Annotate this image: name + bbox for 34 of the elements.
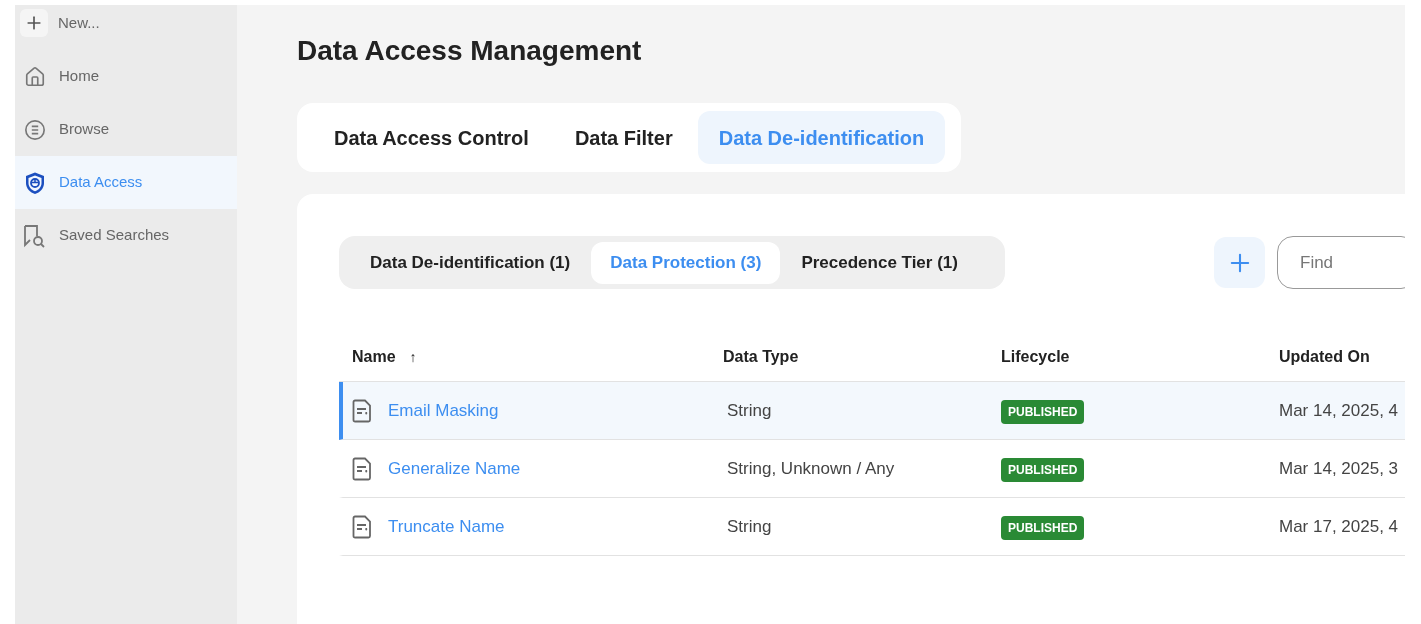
document-icon	[352, 514, 372, 539]
sort-arrow[interactable]: ↑	[409, 346, 417, 368]
sidebar-item[interactable]: Saved Searches	[15, 209, 237, 262]
shield-icon	[23, 170, 47, 195]
table-cell-text: Mar 17, 2025, 4	[1278, 515, 1399, 538]
subtab[interactable]: Data De-identification (1)	[351, 241, 590, 284]
table-row[interactable]: Generalize Name String, Unknown / Any PUBLISHED Mar 14, 2025, 3	[339, 440, 1405, 498]
new-button[interactable]: New...	[20, 9, 108, 37]
page-title: Data Access Management	[297, 34, 642, 68]
status-badge: PUBLISHED	[1001, 515, 1085, 540]
table-cell-text: String	[726, 399, 772, 422]
table-cell-text: String, Unknown / Any	[726, 457, 895, 480]
document-icon	[352, 398, 372, 423]
status-badge: PUBLISHED	[1001, 457, 1085, 482]
table-cell-text: Mar 14, 2025, 3	[1278, 457, 1399, 480]
tab[interactable]: Data Filter	[553, 111, 694, 164]
tab[interactable]: Data Access Control	[313, 111, 550, 164]
table-cell-text: Mar 14, 2025, 4	[1278, 399, 1399, 422]
add-button[interactable]	[1214, 237, 1265, 288]
column-header[interactable]: Updated On	[1279, 345, 1370, 369]
column-header[interactable]: Lifecycle	[1001, 345, 1070, 369]
column-header[interactable]: Data Type	[723, 345, 799, 369]
sidebar-item[interactable]: Browse	[15, 103, 237, 156]
table-row[interactable]: Email Masking String PUBLISHED Mar 14, 2025, 4	[339, 382, 1405, 440]
home-icon	[24, 65, 46, 88]
status-badge: PUBLISHED	[1001, 399, 1085, 424]
sidebar-item[interactable]: Home	[15, 50, 237, 103]
list-circle-icon	[24, 118, 46, 141]
table-row[interactable]: Truncate Name String PUBLISHED Mar 17, 2025, 4	[339, 498, 1405, 556]
table-cell-text: String	[726, 515, 772, 538]
subtab[interactable]: Precedence Tier (1)	[782, 241, 977, 284]
find-field[interactable]: Find	[1277, 236, 1405, 289]
column-header[interactable]: Name	[352, 345, 396, 369]
document-icon	[352, 456, 372, 481]
